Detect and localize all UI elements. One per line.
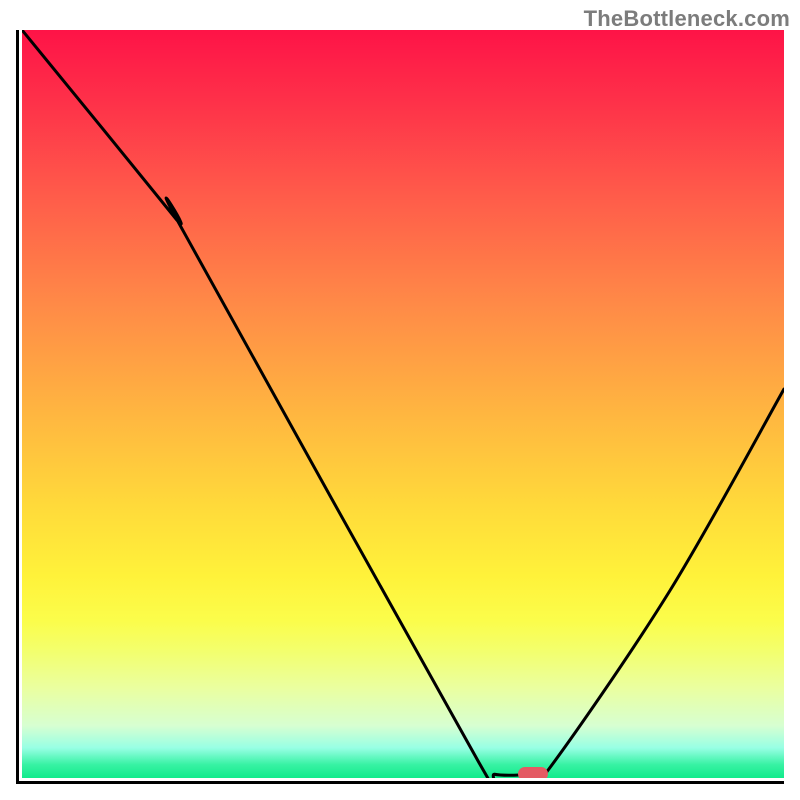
curve-path	[22, 30, 784, 778]
plot-area	[22, 30, 784, 778]
curve-layer	[22, 30, 784, 778]
plot-axes	[16, 30, 784, 784]
watermark-text: TheBottleneck.com	[584, 6, 790, 32]
optimum-marker	[518, 767, 548, 778]
chart-canvas: TheBottleneck.com	[0, 0, 800, 800]
